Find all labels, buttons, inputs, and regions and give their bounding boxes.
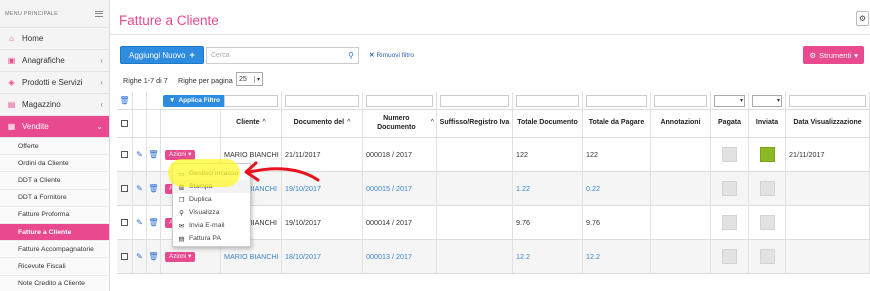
annotation-arrow xyxy=(244,161,320,182)
